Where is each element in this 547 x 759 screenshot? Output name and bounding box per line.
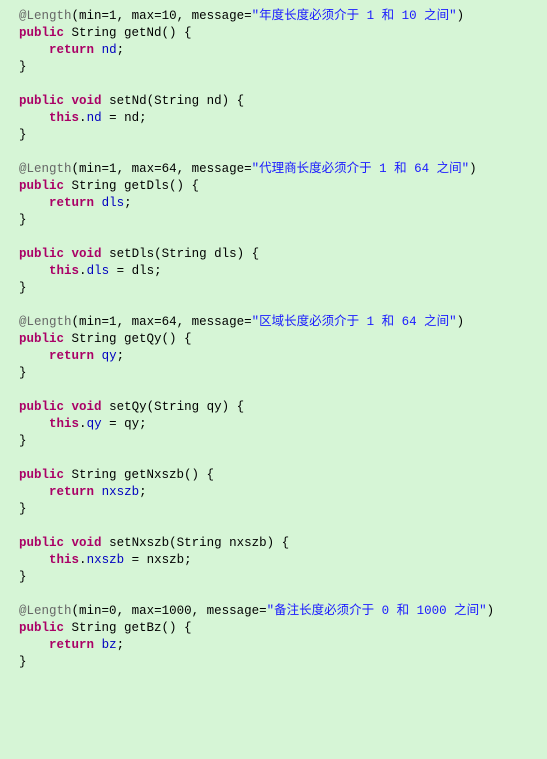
code-block: @Length(min=1, max=10, message="年度长度必须介于…	[0, 0, 547, 679]
